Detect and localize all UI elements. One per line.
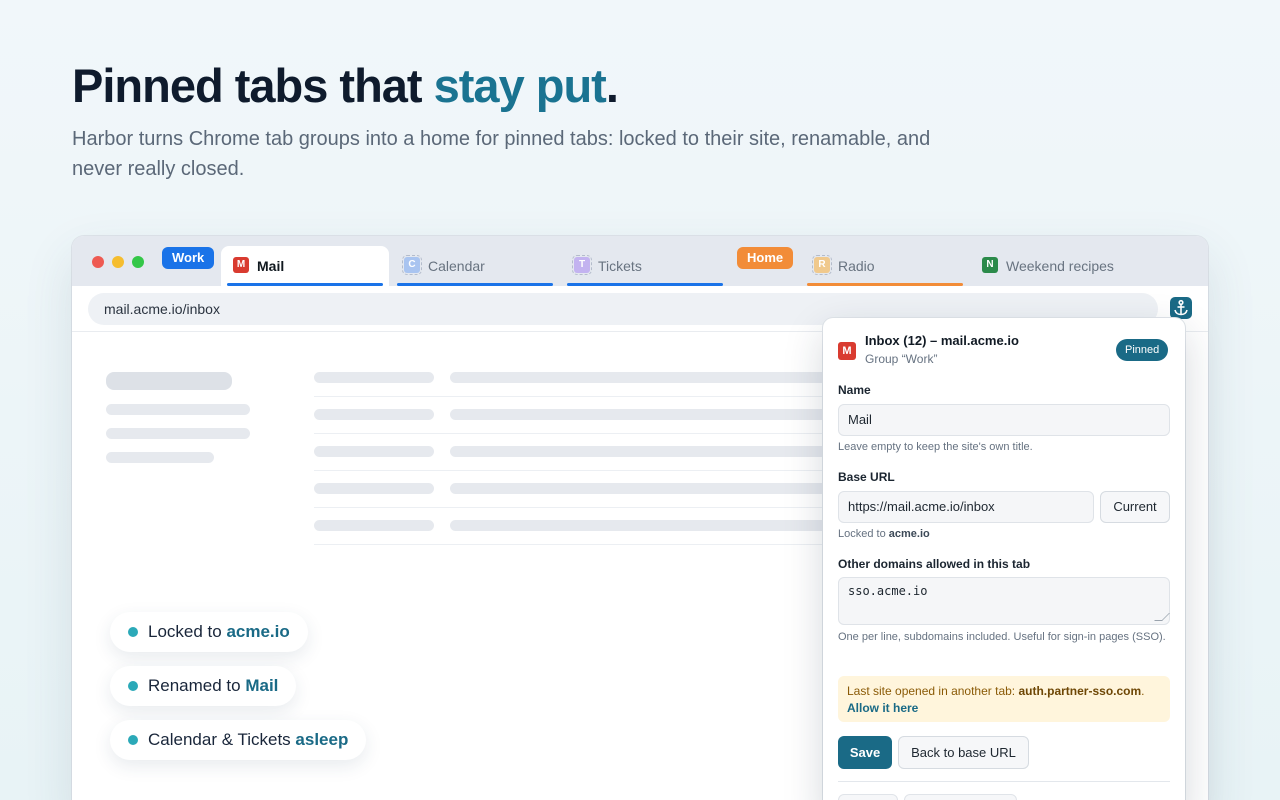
skeleton-cell [450,520,830,531]
radio-favicon-icon: R [812,255,832,275]
footer-button[interactable] [904,794,1017,800]
hero-title: Pinned tabs that stay put. [72,58,619,113]
tab-group-home[interactable]: Home [737,247,794,269]
tab-strip: Work M Mail C Calendar T Tickets Home R … [72,236,1208,286]
feature-highlight: acme.io [226,622,290,641]
resize-handle-icon[interactable] [1154,613,1170,621]
allow-domain-link[interactable]: Allow it here [847,701,918,715]
base-url-label: Base URL [838,470,895,484]
save-button[interactable]: Save [838,736,892,769]
tab-weekend-recipes[interactable]: N Weekend recipes [970,246,1170,286]
skeleton-cell [314,520,434,531]
name-help: Leave empty to keep the site's own title… [838,441,1033,453]
close-window-button[interactable] [92,256,104,268]
popup-divider [838,781,1170,782]
row-divider [314,396,834,397]
locked-domain-text: Locked to acme.io [838,526,1173,543]
popup-group-label: Group “Work” [865,352,938,366]
tab-tickets[interactable]: T Tickets [562,246,728,286]
hero-title-accent: stay put [433,59,607,112]
other-domains-textarea[interactable]: sso.acme.io [838,577,1170,625]
tab-radio[interactable]: R Radio [802,246,968,286]
bullet-dot-icon [128,627,138,637]
footer-button[interactable] [838,794,898,800]
skeleton-cell [314,446,434,457]
row-divider [314,470,834,471]
current-url-button[interactable]: Current [1100,491,1170,523]
skeleton-cell [450,483,830,494]
skeleton-cell [314,483,434,494]
popup-tab-title: Inbox (12) – mail.acme.io [865,333,1019,348]
pinned-badge: Pinned [1116,339,1169,361]
tab-label: Mail [257,258,285,274]
calendar-favicon-icon: C [402,255,422,275]
feature-pill-renamed: Renamed to Mail [110,666,297,706]
row-divider [314,507,834,508]
tab-label: Tickets [598,258,642,274]
bullet-dot-icon [128,735,138,745]
locked-domain: acme.io [888,528,930,540]
locked-prefix: Locked to [838,528,889,540]
other-domains-label: Other domains allowed in this tab [838,557,1031,571]
row-divider [314,544,834,545]
feature-highlight: Mail [245,676,279,695]
hero-title-start: Pinned tabs that [72,59,434,112]
anchor-icon[interactable] [1170,297,1192,319]
feature-pill-asleep: Calendar & Tickets asleep [110,720,367,760]
other-domains-help: One per line, subdomains included. Usefu… [838,631,1166,643]
hero-title-end: . [605,59,619,112]
skeleton-cell [314,409,434,420]
warning-sep: . [1141,684,1145,698]
skeleton-heading [106,372,232,390]
skeleton-cell [450,372,830,383]
tab-label: Radio [838,258,875,274]
warning-domain: auth.partner-sso.com [1018,684,1142,698]
maximize-window-button[interactable] [132,256,144,268]
extension-popup: M Inbox (12) – mail.acme.io Group “Work”… [823,318,1185,800]
recipes-favicon-icon: N [982,257,998,273]
mail-favicon-icon: M [233,257,249,273]
skeleton-line [106,452,214,463]
tab-label: Weekend recipes [1006,258,1114,274]
skeleton-cell [450,446,830,457]
base-url-input[interactable]: https://mail.acme.io/inbox [838,491,1094,523]
skeleton-line [106,404,250,415]
bullet-dot-icon [128,681,138,691]
minimize-window-button[interactable] [112,256,124,268]
warning-prefix: Last site opened in another tab: [847,684,1019,698]
warning-banner: Last site opened in another tab: auth.pa… [838,676,1170,722]
tab-group-work[interactable]: Work [162,247,215,269]
feature-highlight: asleep [295,730,349,749]
tab-label: Calendar [428,258,485,274]
tab-calendar[interactable]: C Calendar [392,246,558,286]
skeleton-cell [450,409,830,420]
name-label: Name [838,383,871,397]
row-divider [314,433,834,434]
feature-text: Locked to [148,622,227,641]
other-domains-value: sso.acme.io [848,584,928,598]
back-to-base-url-button[interactable]: Back to base URL [898,736,1029,769]
feature-text: Renamed to [148,676,246,695]
tickets-favicon-icon: T [572,255,592,275]
name-input[interactable]: Mail [838,404,1170,436]
hero-subtitle: Harbor turns Chrome tab groups into a ho… [72,128,931,180]
feature-pill-locked: Locked to acme.io [110,612,308,652]
feature-text: Calendar & Tickets [148,730,296,749]
skeleton-cell [314,372,434,383]
skeleton-line [106,428,250,439]
tab-mail[interactable]: M Mail [221,246,389,286]
mail-favicon-icon: M [838,342,856,360]
